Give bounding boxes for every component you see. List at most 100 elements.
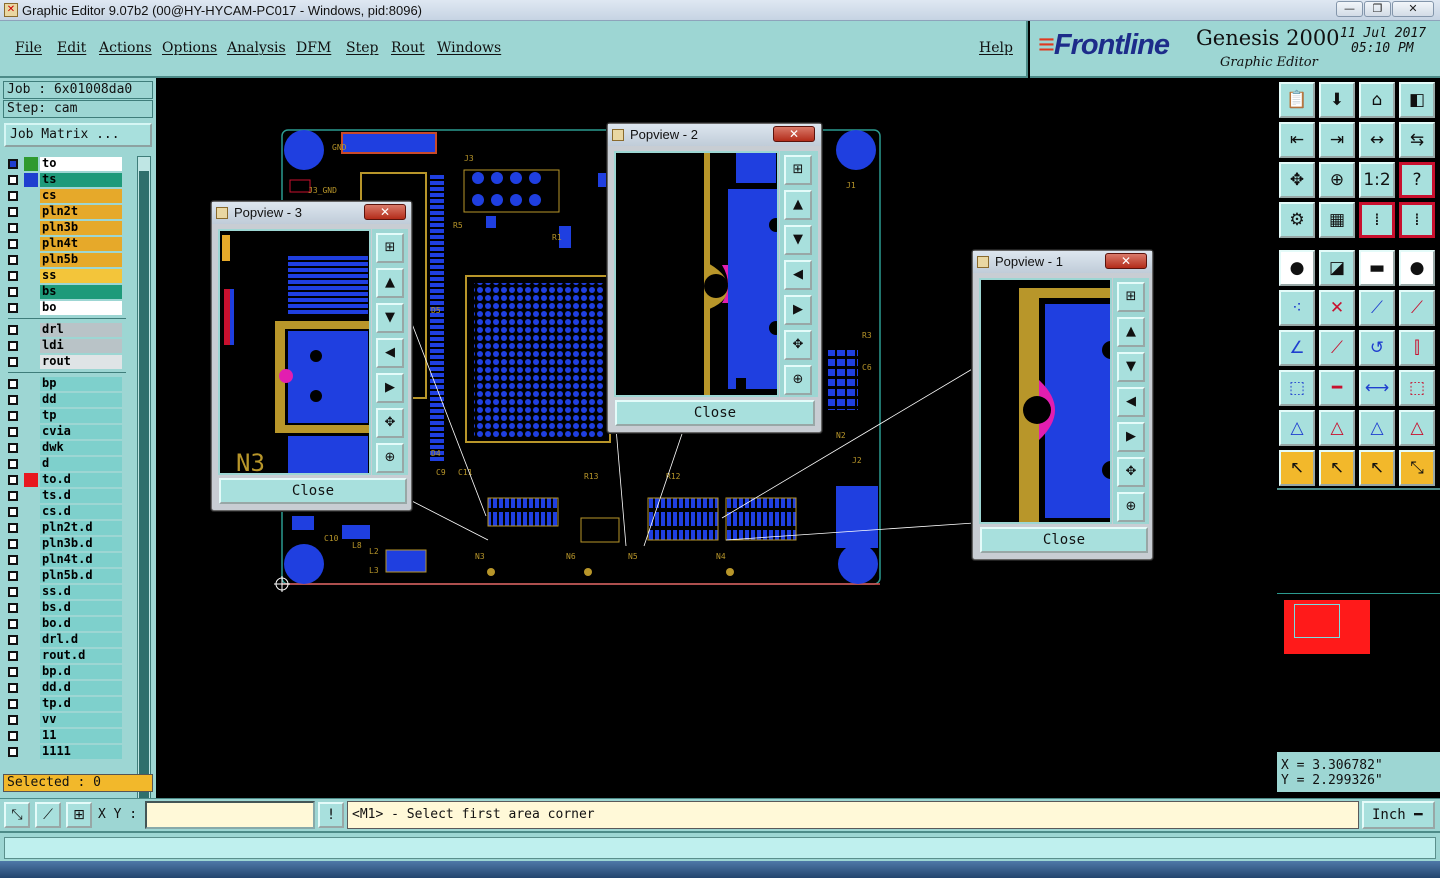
settings-icon[interactable]: ⚙ [1279,202,1315,238]
popview-pan-right-icon[interactable]: ▶ [1117,422,1145,452]
layer-checkbox[interactable] [8,395,18,405]
layer-checkbox[interactable] [8,555,18,565]
popview-3-viewport[interactable]: N3 [218,229,371,475]
layer-row-vv[interactable]: vv [4,712,124,728]
layer-checkbox[interactable] [8,619,18,629]
grid-icon[interactable]: ▦ [1319,202,1355,238]
layer-name[interactable]: cs.d [40,505,122,519]
help-icon[interactable]: ? [1399,162,1435,198]
triangle-icon[interactable]: △ [1279,410,1315,446]
triangle-2-icon[interactable]: △ [1319,410,1355,446]
layer-checkbox[interactable] [8,255,18,265]
popview-zoom-out-icon[interactable]: ⊕ [1117,492,1145,522]
layer-name[interactable]: cs [40,189,122,203]
layer-name[interactable]: to [40,157,122,171]
xy-input[interactable] [145,801,315,829]
cross-icon[interactable]: ✕ [1319,290,1355,326]
overview-viewport-frame[interactable] [1294,604,1340,638]
slash-icon[interactable]: ⟋ [1319,330,1355,366]
layer-row-bp-d[interactable]: bp.d [4,664,124,680]
layer-name[interactable]: bs [40,285,122,299]
layer-name[interactable]: ss.d [40,585,122,599]
popview-pan-up-icon[interactable]: ▲ [784,190,812,220]
popview-zoom-in-icon[interactable]: ✥ [376,408,404,438]
fit-screen-icon[interactable]: ✥ [1279,162,1315,198]
layer-row-d[interactable]: d [4,456,124,472]
popview-pan-right-icon[interactable]: ▶ [376,373,404,403]
center-icon[interactable]: ⊕ [1319,162,1355,198]
popview-1-window[interactable]: Popview - 1 ✕ ⊞ ▲ ▼ ◀ ▶ ✥ ⊕ Close [972,250,1153,560]
layer-name[interactable]: pln2t.d [40,521,122,535]
layer-row-pln3b[interactable]: pln3b [4,220,124,236]
popview-3-close-button[interactable]: Close [219,478,407,504]
popview-zoom-in-icon[interactable]: ✥ [1117,457,1145,487]
popview-2-window[interactable]: Popview - 2 ✕ ⊞ ▲ ▼ ◀ ▶ ✥ ⊕ Close [607,123,822,433]
layer-row-pln4t-d[interactable]: pln4t.d [4,552,124,568]
text-icon[interactable]: ⫿ [1399,330,1435,366]
popview-pan-down-icon[interactable]: ▼ [376,303,404,333]
layer-checkbox[interactable] [8,475,18,485]
layer-row-bp[interactable]: bp [4,376,124,392]
layer-name[interactable]: bo [40,301,122,315]
net-icon[interactable]: ⁖ [1279,290,1315,326]
layer-row-tp[interactable]: tp [4,408,124,424]
resize-icon[interactable]: ⤡ [1399,450,1435,486]
menu-windows[interactable]: Windows [437,40,501,56]
layer-color-swatch[interactable] [24,173,38,187]
circle-icon[interactable]: ● [1399,250,1435,286]
grid-snap-icon[interactable]: ⊞ [66,802,92,828]
layer-name[interactable]: pln3b [40,221,122,235]
layer-row-pln2t[interactable]: pln2t [4,204,124,220]
pan-right-icon[interactable]: ⇥ [1319,122,1355,158]
layer-name[interactable]: 1111 [40,745,122,759]
popview-2-close-button[interactable]: Close [615,400,815,426]
layer-toggle-2-icon[interactable]: ⁞ [1399,202,1435,238]
layer-row-ss[interactable]: ss [4,268,124,284]
layer-name[interactable]: ss [40,269,122,283]
layer-name[interactable]: dd.d [40,681,122,695]
layer-name[interactable]: d [40,457,122,471]
layer-row-1111[interactable]: 1111 [4,744,124,760]
popview-zoom-out-icon[interactable]: ⊕ [784,365,812,395]
layer-checkbox[interactable] [8,715,18,725]
layer-row-cs-d[interactable]: cs.d [4,504,124,520]
layer-row-dd[interactable]: dd [4,392,124,408]
layer-name[interactable]: rout.d [40,649,122,663]
pointer-icon[interactable]: ↖ [1279,450,1315,486]
popview-3-window[interactable]: Popview - 3 ✕ N3 ⊞ ▲ ▼ ◀ ▶ ✥ ⊕ Close [211,201,412,511]
zoom-down-icon[interactable]: ⬇ [1319,82,1355,118]
layer-checkbox[interactable] [8,303,18,313]
layer-checkbox[interactable] [8,427,18,437]
layer-name[interactable]: cvia [40,425,122,439]
line-2-icon[interactable]: ⟋ [1399,290,1435,326]
triangle-4-icon[interactable]: △ [1399,410,1435,446]
popview-3-close-x[interactable]: ✕ [364,204,406,220]
layer-row-to[interactable]: to [4,156,124,172]
layer-toggle-icon[interactable]: ⁞ [1359,202,1395,238]
layer-checkbox[interactable] [8,325,18,335]
close-window-button[interactable]: ✕ [1392,1,1434,17]
menu-file[interactable]: File [15,40,42,56]
layer-row-drl[interactable]: drl [4,322,124,338]
scale-icon[interactable]: 1:2 [1359,162,1395,198]
layer-checkbox[interactable] [8,651,18,661]
layer-checkbox[interactable] [8,223,18,233]
layer-row-cs[interactable]: cs [4,188,124,204]
layer-checkbox[interactable] [8,507,18,517]
layer-checkbox[interactable] [8,571,18,581]
popview-pan-down-icon[interactable]: ▼ [1117,352,1145,382]
layer-checkbox[interactable] [8,239,18,249]
popview-pan-up-icon[interactable]: ▲ [376,268,404,298]
layer-checkbox[interactable] [8,411,18,421]
popview-1-viewport[interactable] [979,278,1112,524]
layer-name[interactable]: drl.d [40,633,122,647]
layer-checkbox[interactable] [8,191,18,201]
measure-icon[interactable]: ⟋ [35,802,61,828]
arc-icon[interactable]: ↺ [1359,330,1395,366]
popview-2-close-x[interactable]: ✕ [773,126,815,142]
angle-icon[interactable]: ∠ [1279,330,1315,366]
layer-checkbox[interactable] [8,491,18,501]
line-icon[interactable]: ⟋ [1359,290,1395,326]
triangle-3-icon[interactable]: △ [1359,410,1395,446]
maximize-button[interactable]: ❐ [1364,1,1391,17]
